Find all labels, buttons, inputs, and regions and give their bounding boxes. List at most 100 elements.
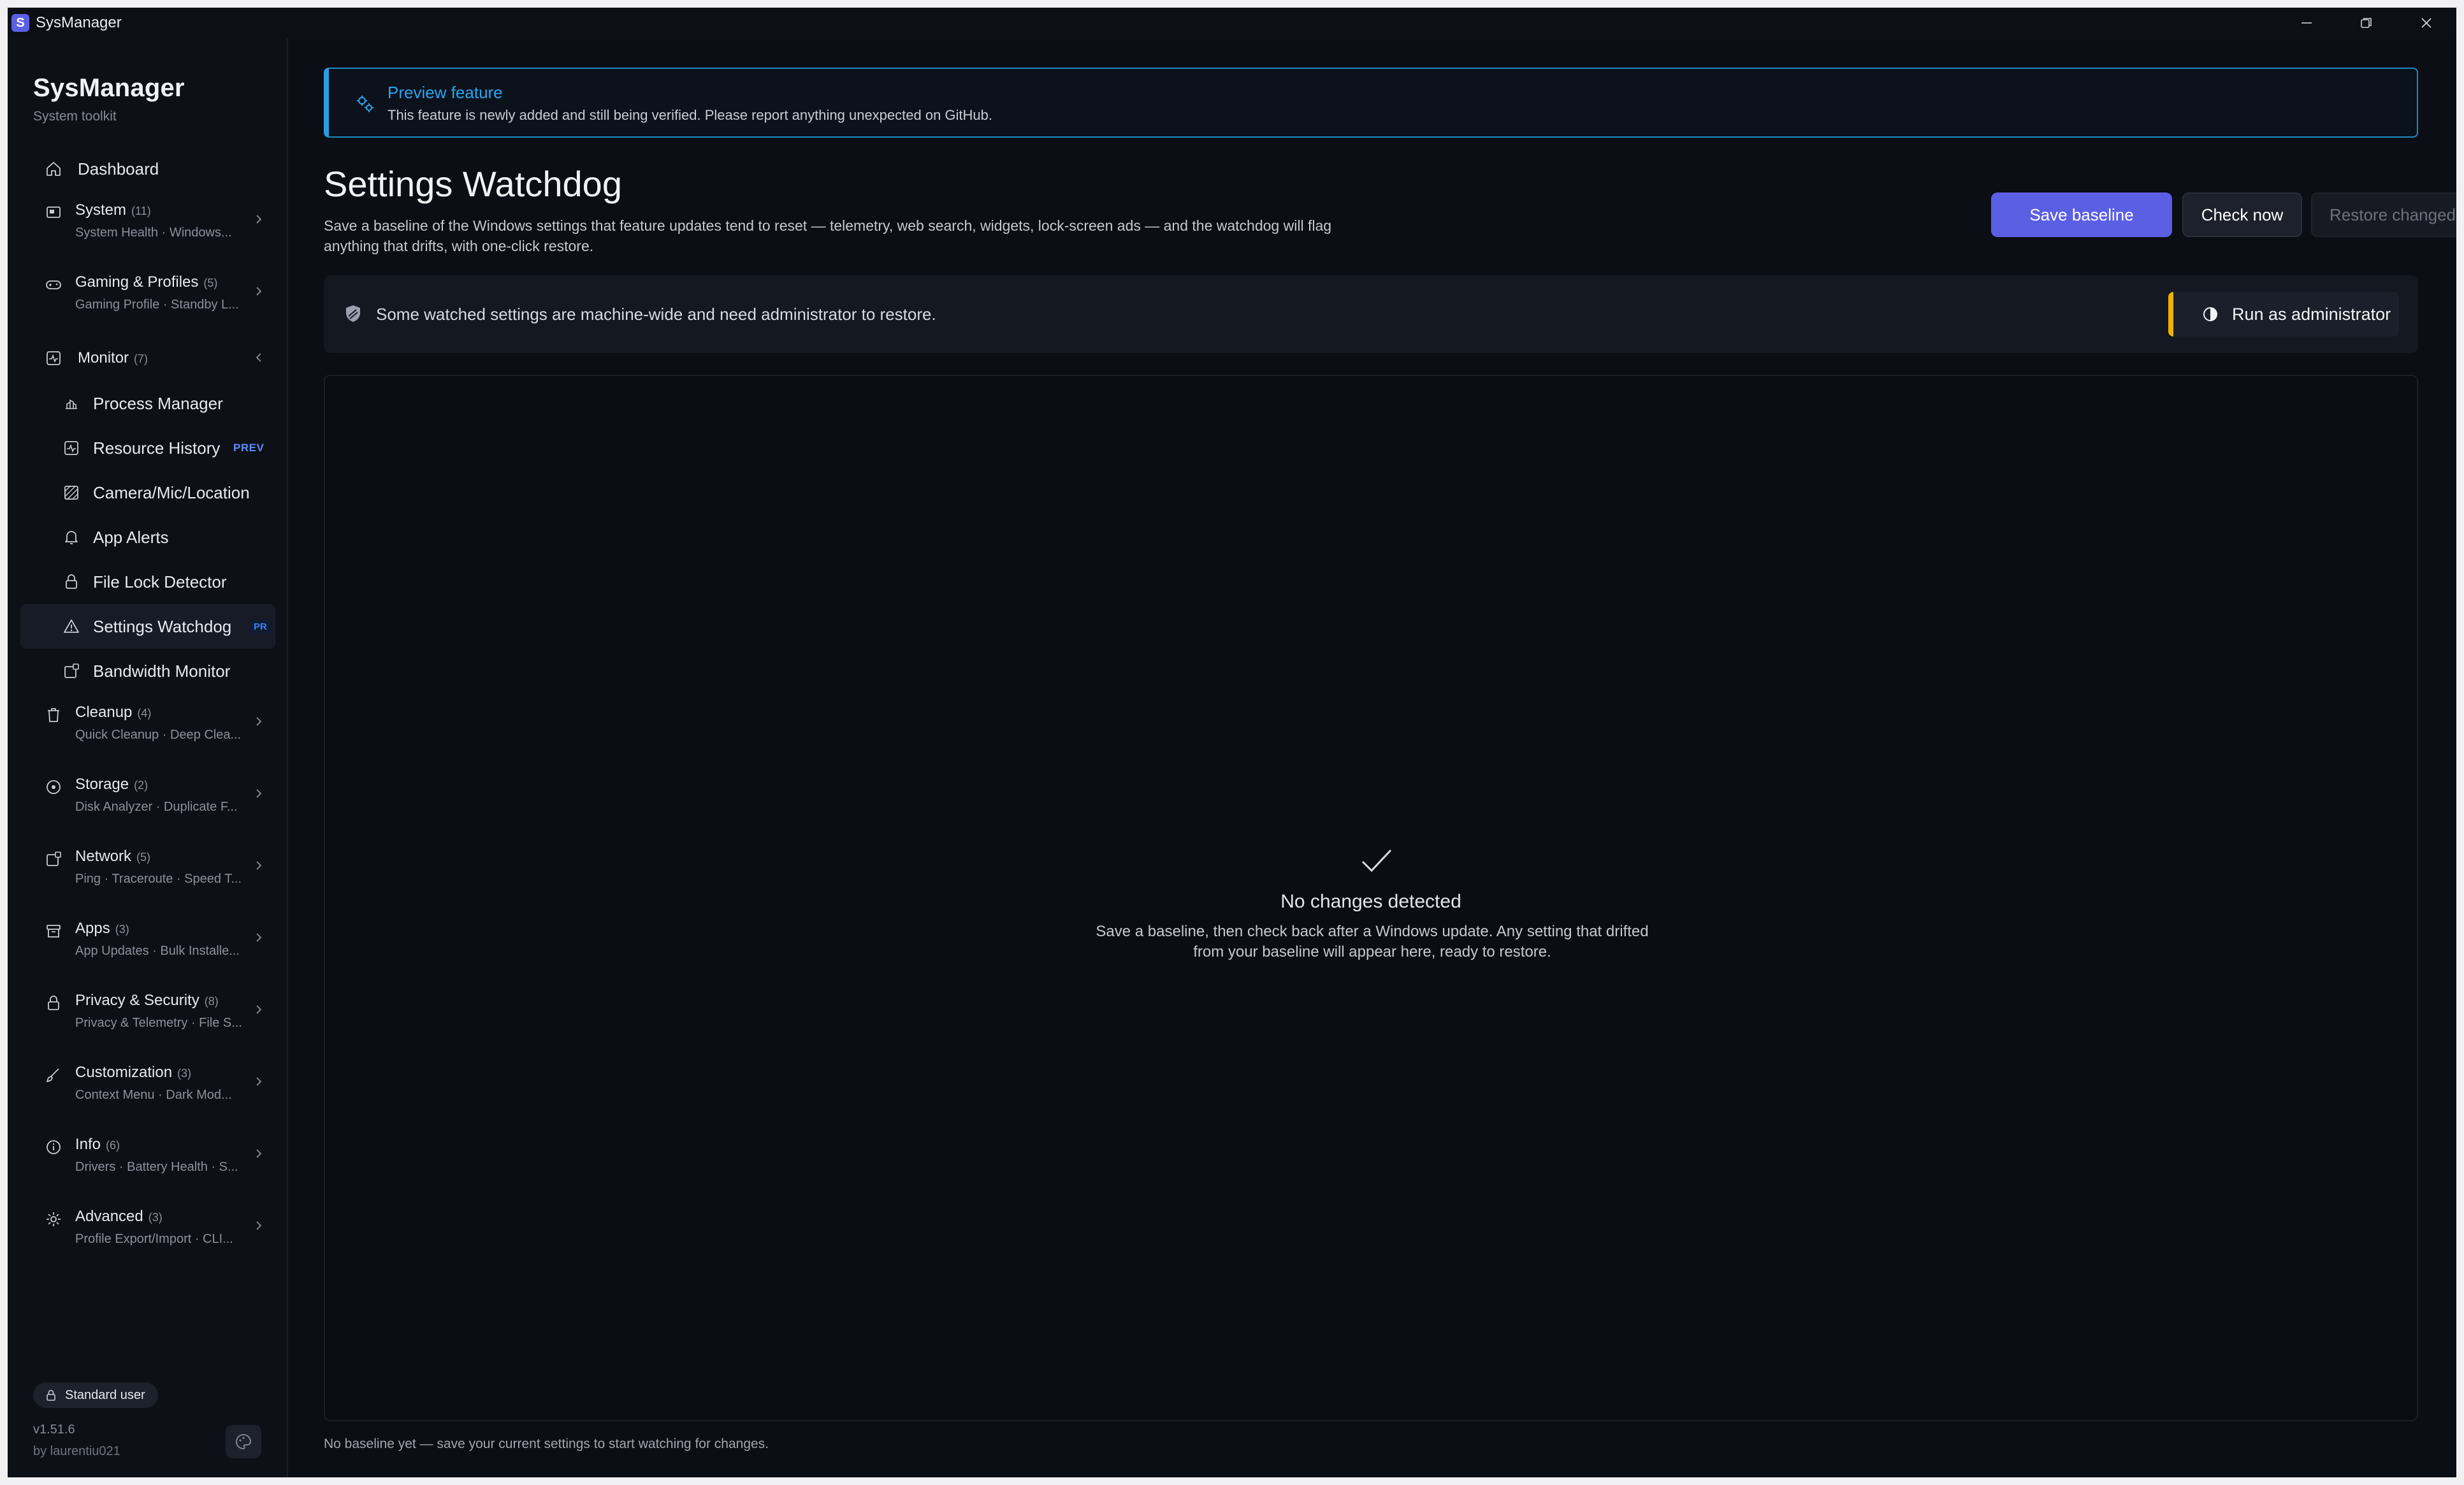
minimize-icon <box>2301 22 2312 24</box>
restore-icon <box>2361 18 2372 28</box>
warning-icon <box>64 619 79 633</box>
group-count: (3) <box>177 1067 192 1080</box>
sidebar: SysManager System toolkit Dashboard Syst… <box>8 38 288 1477</box>
group-title: Apps <box>75 920 110 937</box>
group-count: (4) <box>137 707 152 720</box>
app-icon: S <box>11 14 29 32</box>
group-subtitle: App Updates · Bulk Installe... <box>75 944 240 958</box>
group-title: Advanced <box>75 1208 143 1225</box>
sidebar-group-storage[interactable]: Storage (2) Disk Analyzer · Duplicate F..… <box>20 765 275 837</box>
main-content: Preview feature This feature is newly ad… <box>289 38 2456 1477</box>
sidebar-item-app-alerts[interactable]: App Alerts <box>20 515 275 560</box>
group-count: (8) <box>204 995 219 1008</box>
bell-icon <box>65 531 78 544</box>
sidebar-item-file-lock-detector[interactable]: File Lock Detector <box>20 560 275 604</box>
chevron-right-icon <box>256 1005 262 1014</box>
chevron-right-icon <box>256 1149 262 1158</box>
sidebar-item-label: Bandwidth Monitor <box>93 661 231 681</box>
window-controls <box>2277 8 2456 38</box>
gears-icon <box>357 96 373 112</box>
chevron-right-icon <box>256 215 262 224</box>
group-title: Info <box>75 1136 101 1153</box>
group-subtitle: Privacy & Telemetry · File S... <box>75 1016 242 1030</box>
home-icon <box>47 162 61 176</box>
sidebar-group-customization[interactable]: Customization (3) Context Menu · Dark Mod… <box>20 1054 275 1126</box>
monitor-icon <box>47 351 61 365</box>
sidebar-item-label: Camera/Mic/Location <box>93 482 250 502</box>
user-role-label: Standard user <box>65 1387 145 1402</box>
restore-button[interactable] <box>2337 8 2396 38</box>
sidebar-item-label: App Alerts <box>93 527 169 547</box>
save-baseline-button[interactable]: Save baseline <box>1991 192 2172 237</box>
chevron-right-icon <box>256 861 262 870</box>
group-subtitle: Disk Analyzer · Duplicate F... <box>75 800 238 814</box>
sidebar-group-advanced[interactable]: Advanced (3) Profile Export/Import · CLI.… <box>20 1198 275 1270</box>
chevron-left-icon <box>256 353 261 362</box>
group-title: Network <box>75 848 132 865</box>
close-button[interactable] <box>2396 8 2456 38</box>
empty-state-text: Save a baseline, then check back after a… <box>1096 923 1649 960</box>
group-title: System <box>75 201 127 219</box>
preview-badge: PREV <box>233 442 265 454</box>
sidebar-group-cleanup[interactable]: Cleanup (4) Quick Cleanup · Deep Clea... <box>20 693 275 765</box>
sidebar-group-privacy[interactable]: Privacy & Security (8) Privacy & Telemetr… <box>20 982 275 1054</box>
changes-panel: No changes detected Save a baseline, the… <box>324 375 2418 1421</box>
page-description: Save a baseline of the Windows settings … <box>324 217 1332 254</box>
sidebar-item-label: Process Manager <box>93 393 223 413</box>
brand-title: SysManager <box>33 74 185 102</box>
chevron-right-icon <box>256 287 262 296</box>
camera-icon <box>64 486 78 500</box>
sidebar-group-system[interactable]: System (11) System Health · Windows... <box>20 191 275 263</box>
history-icon <box>64 441 78 455</box>
preview-banner: Preview feature This feature is newly ad… <box>324 68 2418 138</box>
group-subtitle: Context Menu · Dark Mod... <box>75 1088 232 1102</box>
palette-icon <box>236 1434 251 1449</box>
status-footer: No baseline yet — save your current sett… <box>324 1437 769 1451</box>
preview-title: Preview feature <box>388 83 503 102</box>
group-count: (7) <box>134 352 149 365</box>
process-icon <box>66 399 77 409</box>
sidebar-group-gaming[interactable]: Gaming & Profiles (5) Gaming Profile · St… <box>20 263 275 335</box>
group-count: (6) <box>106 1139 120 1152</box>
sidebar-item-label: Settings Watchdog <box>93 616 232 636</box>
brand-subtitle: System toolkit <box>33 109 117 124</box>
group-title: Monitor <box>78 349 129 366</box>
sidebar-item-dashboard[interactable]: Dashboard <box>20 147 275 191</box>
group-count: (3) <box>148 1211 163 1224</box>
gear-icon <box>47 1212 61 1226</box>
group-count: (11) <box>131 205 151 217</box>
sidebar-group-apps[interactable]: Apps (3) App Updates · Bulk Installe... <box>20 909 275 982</box>
theme-toggle-button[interactable] <box>226 1425 261 1458</box>
sidebar-group-info[interactable]: Info (6) Drivers · Battery Health · S... <box>20 1126 275 1198</box>
group-count: (3) <box>115 923 129 936</box>
chevron-right-icon <box>256 1077 262 1086</box>
group-title: Cleanup <box>75 704 133 721</box>
sidebar-group-monitor[interactable]: Monitor (7) <box>20 335 275 381</box>
check-now-button[interactable]: Check now <box>2182 192 2302 237</box>
minimize-button[interactable] <box>2277 8 2337 38</box>
sidebar-group-network[interactable]: Network (5) Ping · Traceroute · Speed T..… <box>20 837 275 909</box>
title-bar: S SysManager <box>8 8 2456 38</box>
sidebar-item-bandwidth-monitor[interactable]: Bandwidth Monitor <box>20 649 275 693</box>
monitor-submenu: Process Manager Resource History PREV Ca… <box>20 381 275 693</box>
restore-changed-button[interactable]: Restore changed <box>2311 192 2456 237</box>
admin-notice-bar: Some watched settings are machine-wide a… <box>324 275 2418 353</box>
sidebar-item-process-manager[interactable]: Process Manager <box>20 381 275 426</box>
info-icon <box>47 1140 61 1154</box>
network-icon <box>47 851 61 866</box>
system-icon <box>47 206 61 218</box>
group-subtitle: Quick Cleanup · Deep Clea... <box>75 728 242 742</box>
sidebar-item-settings-watchdog[interactable]: Settings Watchdog PR <box>20 604 275 649</box>
run-as-admin-button[interactable]: Run as administrator <box>2168 292 2399 337</box>
window-title: SysManager <box>36 14 122 31</box>
admin-notice-text: Some watched settings are machine-wide a… <box>376 305 936 324</box>
trash-icon <box>48 708 59 722</box>
sidebar-item-camera-mic-location[interactable]: Camera/Mic/Location <box>20 470 275 515</box>
group-count: (2) <box>134 779 149 792</box>
author-label: by laurentiu021 <box>33 1444 120 1458</box>
version-label: v1.51.6 <box>33 1423 75 1437</box>
brand: SysManager System toolkit <box>33 74 185 124</box>
chevron-right-icon <box>256 933 262 942</box>
sidebar-item-resource-history[interactable]: Resource History PREV <box>20 426 275 470</box>
preview-text: This feature is newly added and still be… <box>388 107 993 123</box>
